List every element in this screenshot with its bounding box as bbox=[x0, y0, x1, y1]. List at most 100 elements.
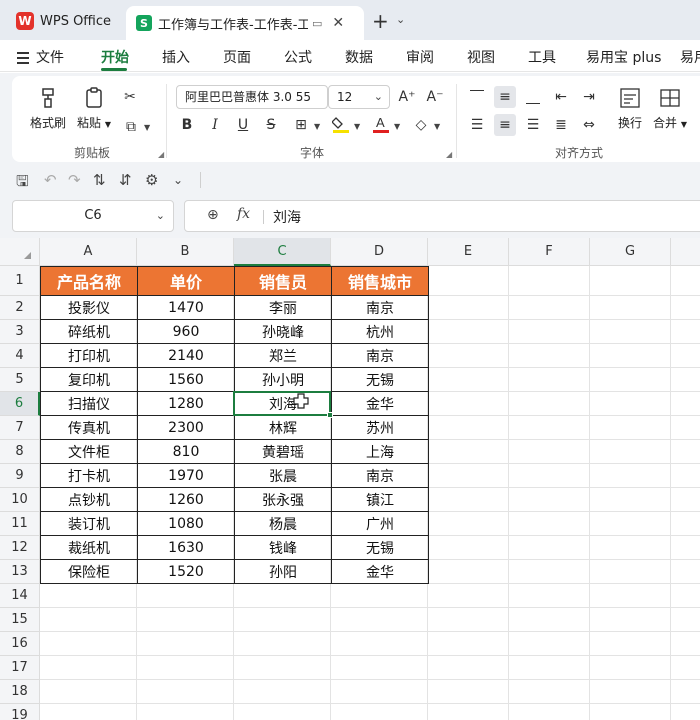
cell-product[interactable]: 投影仪 bbox=[40, 295, 138, 320]
row-header-5[interactable]: 5 bbox=[0, 368, 40, 392]
increase-indent-icon[interactable]: ⇥ bbox=[578, 86, 600, 108]
font-launcher-icon[interactable]: ◢ bbox=[446, 150, 452, 159]
cell-city[interactable]: 苏州 bbox=[331, 415, 429, 440]
decrease-font-icon[interactable]: A⁻ bbox=[424, 86, 446, 108]
cell-product[interactable]: 打卡机 bbox=[40, 463, 138, 488]
header-cell-city[interactable]: 销售城市 bbox=[331, 266, 429, 296]
clear-dropdown-icon[interactable]: ▼ bbox=[434, 122, 440, 131]
column-header-d[interactable]: D bbox=[331, 238, 428, 266]
cell-city[interactable]: 南京 bbox=[331, 295, 429, 320]
sort-descending-icon[interactable]: ⇵ bbox=[119, 171, 132, 189]
data-table[interactable]: 产品名称 单价 销售员 销售城市 投影仪 1470 李丽 南京 碎纸机 960 … bbox=[40, 266, 429, 584]
clipboard-launcher-icon[interactable]: ◢ bbox=[158, 150, 164, 159]
menu-view[interactable]: 视图 bbox=[467, 47, 495, 67]
redo-icon[interactable]: ↷ bbox=[68, 171, 81, 189]
decrease-indent-icon[interactable]: ⇤ bbox=[550, 86, 572, 108]
menu-yiyongbao[interactable]: 易用宝 plus bbox=[586, 47, 661, 67]
hamburger-menu-icon[interactable] bbox=[17, 52, 29, 67]
merge-button[interactable]: 合并 ▼ bbox=[648, 86, 692, 131]
header-cell-product[interactable]: 产品名称 bbox=[40, 266, 138, 296]
cut-icon[interactable]: ✂ bbox=[119, 86, 141, 108]
fill-handle[interactable] bbox=[327, 412, 333, 418]
cell-product[interactable]: 碎纸机 bbox=[40, 319, 138, 344]
cell-price[interactable]: 1560 bbox=[137, 367, 235, 392]
column-header-f[interactable]: F bbox=[509, 238, 590, 266]
row-header-2[interactable]: 2 bbox=[0, 296, 40, 320]
cell-city[interactable]: 金华 bbox=[331, 559, 429, 584]
cell-salesperson[interactable]: 杨晨 bbox=[234, 511, 332, 536]
cell-price[interactable]: 1470 bbox=[137, 295, 235, 320]
paste-button[interactable]: 粘贴 ▼ bbox=[72, 86, 116, 131]
cell-price[interactable]: 1520 bbox=[137, 559, 235, 584]
fill-color-dropdown-icon[interactable]: ▼ bbox=[354, 122, 360, 131]
border-icon[interactable]: ⊞ bbox=[290, 114, 312, 136]
settings-icon[interactable]: ⚙ bbox=[145, 171, 158, 189]
cell-product[interactable]: 打印机 bbox=[40, 343, 138, 368]
menu-page[interactable]: 页面 bbox=[223, 47, 251, 67]
cell-salesperson[interactable]: 李丽 bbox=[234, 295, 332, 320]
cell-salesperson[interactable]: 黄碧瑶 bbox=[234, 439, 332, 464]
column-header-c[interactable]: C bbox=[234, 238, 331, 266]
row-header-19[interactable]: 19 bbox=[0, 704, 40, 720]
cell-city[interactable]: 南京 bbox=[331, 343, 429, 368]
tab-document[interactable]: S 工作簿与工作表-工作表-工作 ▭ ✕ bbox=[126, 6, 364, 40]
row-header-12[interactable]: 12 bbox=[0, 536, 40, 560]
undo-icon[interactable]: ↶ bbox=[44, 171, 57, 189]
menu-review[interactable]: 审阅 bbox=[406, 47, 434, 67]
row-header-13[interactable]: 13 bbox=[0, 560, 40, 584]
cell-product[interactable]: 点钞机 bbox=[40, 487, 138, 512]
align-top-icon[interactable]: ⎺ bbox=[466, 86, 488, 108]
cell-product[interactable]: 复印机 bbox=[40, 367, 138, 392]
cell-salesperson[interactable]: 张永强 bbox=[234, 487, 332, 512]
column-header-b[interactable]: B bbox=[137, 238, 234, 266]
cell-salesperson[interactable]: 张晨 bbox=[234, 463, 332, 488]
cell-salesperson[interactable]: 郑兰 bbox=[234, 343, 332, 368]
row-header-4[interactable]: 4 bbox=[0, 344, 40, 368]
row-header-15[interactable]: 15 bbox=[0, 608, 40, 632]
menu-yiyong-more[interactable]: 易用 bbox=[680, 47, 700, 67]
row-header-1[interactable]: 1 bbox=[0, 266, 40, 296]
row-header-11[interactable]: 11 bbox=[0, 512, 40, 536]
cell-price[interactable]: 810 bbox=[137, 439, 235, 464]
cell-salesperson[interactable]: 钱峰 bbox=[234, 535, 332, 560]
cell-salesperson-active[interactable]: 刘海 bbox=[234, 391, 332, 416]
cell-city[interactable]: 无锡 bbox=[331, 367, 429, 392]
menu-home[interactable]: 开始 bbox=[101, 47, 129, 67]
row-header-18[interactable]: 18 bbox=[0, 680, 40, 704]
font-size-select[interactable]: 12 ⌄ bbox=[328, 85, 390, 109]
align-middle-icon[interactable]: ≡ bbox=[494, 86, 516, 108]
cell-city[interactable]: 广州 bbox=[331, 511, 429, 536]
cell-price[interactable]: 1630 bbox=[137, 535, 235, 560]
cell-price[interactable]: 1970 bbox=[137, 463, 235, 488]
align-center-icon[interactable]: ≡ bbox=[494, 114, 516, 136]
header-cell-salesperson[interactable]: 销售员 bbox=[234, 266, 332, 296]
row-header-8[interactable]: 8 bbox=[0, 440, 40, 464]
header-cell-price[interactable]: 单价 bbox=[137, 266, 235, 296]
italic-button[interactable]: I bbox=[204, 114, 226, 136]
menu-formula[interactable]: 公式 bbox=[284, 47, 312, 67]
bold-button[interactable]: B bbox=[176, 114, 198, 136]
cell-product[interactable]: 保险柜 bbox=[40, 559, 138, 584]
justify-icon[interactable]: ≣ bbox=[550, 114, 572, 136]
save-icon[interactable]: 🖫 bbox=[16, 171, 29, 196]
select-all-corner[interactable] bbox=[0, 238, 40, 266]
menu-insert[interactable]: 插入 bbox=[162, 47, 190, 67]
column-header-g[interactable]: G bbox=[590, 238, 671, 266]
font-name-select[interactable]: 阿里巴巴普惠体 3.0 55 bbox=[176, 85, 328, 109]
zoom-icon[interactable]: ⊕ bbox=[207, 207, 219, 223]
chevron-down-icon[interactable]: ⌄ bbox=[156, 201, 165, 231]
row-header-14[interactable]: 14 bbox=[0, 584, 40, 608]
cell-price[interactable]: 2140 bbox=[137, 343, 235, 368]
menu-data[interactable]: 数据 bbox=[345, 47, 373, 67]
align-right-icon[interactable]: ☰ bbox=[522, 114, 544, 136]
cell-product[interactable]: 传真机 bbox=[40, 415, 138, 440]
fx-icon[interactable]: fx bbox=[237, 206, 250, 222]
cell-price[interactable]: 1260 bbox=[137, 487, 235, 512]
cell-city[interactable]: 镇江 bbox=[331, 487, 429, 512]
cell-product[interactable]: 文件柜 bbox=[40, 439, 138, 464]
column-header-h[interactable] bbox=[671, 238, 700, 266]
underline-button[interactable]: U bbox=[232, 114, 254, 136]
distribute-icon[interactable]: ⇔ bbox=[578, 114, 600, 136]
cell-salesperson[interactable]: 孙晓峰 bbox=[234, 319, 332, 344]
border-dropdown-icon[interactable]: ▼ bbox=[314, 122, 320, 131]
